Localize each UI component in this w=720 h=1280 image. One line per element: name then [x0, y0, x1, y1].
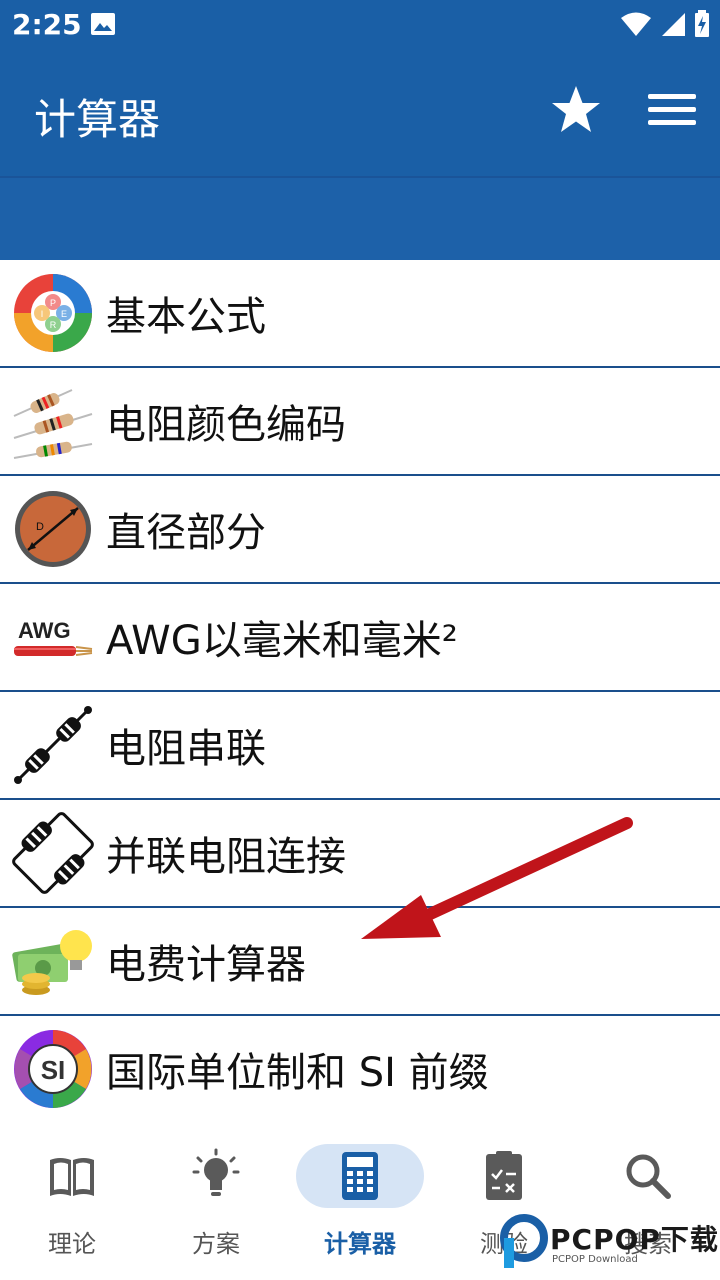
svg-text:D: D	[36, 521, 44, 533]
resistors-series-icon	[14, 706, 92, 784]
wifi-icon	[621, 12, 651, 36]
watermark-logo: PCPOP下载 PCPOP Download	[500, 1214, 720, 1274]
status-time: 2:25	[12, 8, 82, 41]
awg-wire-icon: AWG	[14, 618, 93, 656]
book-icon	[50, 1158, 94, 1196]
star-icon[interactable]	[550, 84, 602, 136]
list-item-label: 国际单位制和 SI 前缀	[106, 1050, 489, 1096]
tab-schemes[interactable]: 方案	[144, 1124, 288, 1280]
svg-text:R: R	[50, 320, 57, 330]
list-item-label: 直径部分	[106, 510, 266, 556]
svg-text:E: E	[61, 309, 67, 319]
image-icon	[91, 13, 115, 35]
list-item[interactable]: AWG AWG以毫米和毫米²	[0, 584, 720, 692]
list-item[interactable]: 电阻颜色编码	[0, 368, 720, 476]
list-item-label: 电阻串联	[106, 726, 266, 772]
tab-label: 理论	[48, 1230, 96, 1258]
page-title: 计算器	[34, 95, 161, 144]
header-band	[0, 176, 720, 260]
list-item-label: 电阻颜色编码	[106, 402, 346, 448]
list-item[interactable]: 并联电阻连接	[0, 800, 720, 908]
system-icons	[620, 10, 710, 38]
menu-icon[interactable]	[648, 94, 696, 128]
battery-charging-icon	[695, 10, 709, 37]
tab-label: 方案	[192, 1230, 240, 1258]
list-item[interactable]: SI 国际单位制和 SI 前缀	[0, 1016, 720, 1124]
app-bar: 计算器	[0, 50, 720, 176]
formula-wheel-icon: P E R I	[14, 274, 92, 352]
tab-calculator[interactable]: 计算器	[288, 1124, 432, 1280]
pcpop-logo-icon	[500, 1214, 548, 1268]
tab-label: 计算器	[324, 1230, 396, 1258]
search-icon	[626, 1154, 671, 1199]
list-item[interactable]: D 直径部分	[0, 476, 720, 584]
resistor-color-icon	[13, 389, 93, 459]
diameter-icon: D	[15, 491, 91, 567]
list-item-label: 并联电阻连接	[106, 834, 346, 880]
status-bar: 2:25	[0, 0, 720, 50]
resistors-parallel-icon	[12, 812, 94, 894]
clipboard-check-icon	[486, 1151, 522, 1200]
list-item[interactable]: 电阻串联	[0, 692, 720, 800]
lightbulb-icon	[192, 1148, 240, 1196]
svg-text:P: P	[50, 298, 56, 308]
list-item[interactable]: P E R I 基本公式	[0, 260, 720, 368]
list-item-label: 电费计算器	[106, 942, 306, 988]
list-item-label: AWG以毫米和毫米²	[106, 618, 458, 664]
calculator-icon	[342, 1152, 378, 1200]
signal-icon	[662, 13, 685, 36]
calculator-list: P E R I 基本公式 电阻颜色编码 D 直径部分 AWG AWG以毫米和毫米…	[0, 260, 720, 1124]
watermark-subtext: PCPOP Download	[552, 1254, 638, 1265]
si-units-icon: SI	[14, 1030, 92, 1108]
electricity-bill-icon	[12, 930, 92, 995]
svg-text:SI: SI	[41, 1055, 66, 1085]
list-item[interactable]: 电费计算器	[0, 908, 720, 1016]
list-item-label: 基本公式	[106, 294, 266, 340]
watermark-text: PCPOP下载	[550, 1223, 719, 1256]
tab-theory[interactable]: 理论	[0, 1124, 144, 1280]
app-root: 2:25 计算器 P E R I 基本公式 电阻颜色编码 D 直径部分 AWG …	[0, 0, 720, 1280]
svg-text:I: I	[41, 309, 44, 319]
svg-text:AWG: AWG	[18, 618, 71, 643]
